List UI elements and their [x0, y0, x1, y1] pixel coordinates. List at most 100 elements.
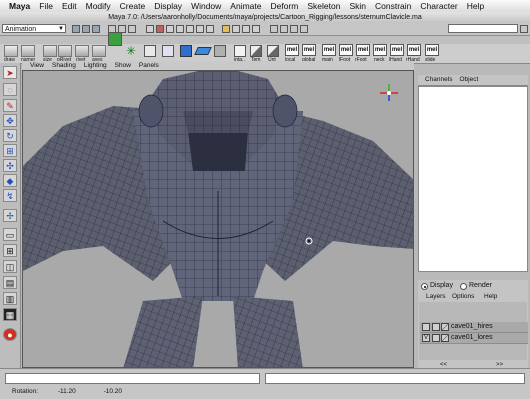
mask-icon[interactable]: [146, 25, 154, 33]
menu-edit[interactable]: Edit: [62, 1, 77, 11]
mel-rhand-button[interactable]: mel: [407, 44, 421, 56]
last-tool-icon[interactable]: ✢: [3, 209, 17, 222]
curve-mask-icon[interactable]: [176, 25, 184, 33]
layout-outliner-icon[interactable]: ▦: [3, 308, 17, 321]
show-manip-icon[interactable]: ↯: [3, 189, 17, 202]
panel-menu-shading[interactable]: Shading: [52, 62, 76, 69]
layer-menu-help[interactable]: Help: [484, 293, 497, 300]
layer-color-swatch[interactable]: [441, 334, 449, 342]
layout-two-icon[interactable]: ◫: [3, 260, 17, 273]
shelf-privet-button[interactable]: [58, 45, 72, 57]
viewport-perspective[interactable]: [22, 70, 414, 368]
layer-color-swatch[interactable]: [441, 323, 449, 331]
mel-rfoot-button[interactable]: mel: [356, 44, 370, 56]
render-globals-icon[interactable]: [300, 25, 308, 33]
snap-grid-icon[interactable]: [222, 25, 230, 33]
snap-curve-icon[interactable]: [232, 25, 240, 33]
render-icon[interactable]: [280, 25, 288, 33]
surface-mask-icon[interactable]: [186, 25, 194, 33]
quick-select-field[interactable]: [448, 24, 518, 33]
menu-file[interactable]: File: [39, 1, 53, 11]
display-radio[interactable]: [421, 283, 428, 290]
move-tool-icon[interactable]: ✥: [3, 114, 17, 127]
snap-plane-icon[interactable]: [252, 25, 260, 33]
menu-constrain[interactable]: Constrain: [375, 1, 411, 11]
history-icon[interactable]: [270, 25, 278, 33]
menu-skeleton[interactable]: Skeleton: [307, 1, 340, 11]
panel-menu-panels[interactable]: Panels: [139, 62, 159, 69]
layout-four-icon[interactable]: ⊞: [3, 244, 17, 257]
menu-create[interactable]: Create: [120, 1, 146, 11]
layout-single-icon[interactable]: ▭: [3, 228, 17, 241]
joint-mask-icon[interactable]: [166, 25, 174, 33]
layout-persp-graph-icon[interactable]: ▤: [3, 276, 17, 289]
shelf-gear-icon[interactable]: [214, 45, 226, 57]
shelf-draw-button[interactable]: [4, 45, 18, 57]
layout-hypershade-icon[interactable]: ▥: [3, 292, 17, 305]
menu-character[interactable]: Character: [420, 1, 457, 11]
command-input[interactable]: [5, 373, 260, 384]
handle-mask-icon[interactable]: [156, 25, 164, 33]
mel-lhand-button[interactable]: mel: [390, 44, 404, 56]
layer-menu-layers[interactable]: Layers: [426, 293, 446, 300]
layer-menu-options[interactable]: Options: [452, 293, 474, 300]
menu-animate[interactable]: Animate: [230, 1, 261, 11]
mel-neck-button[interactable]: mel: [373, 44, 387, 56]
deform-mask-icon[interactable]: [196, 25, 204, 33]
layer-row[interactable]: cave01_hires: [420, 322, 528, 333]
mel-main-button[interactable]: mel: [322, 44, 336, 56]
shelf-rivet-button[interactable]: [75, 45, 89, 57]
shelf-size-button[interactable]: [43, 45, 57, 57]
channel-box[interactable]: [418, 86, 528, 272]
soft-mod-icon[interactable]: ◆: [3, 174, 17, 187]
shelf-plane-icon[interactable]: [194, 47, 212, 55]
mel-lfoot-button[interactable]: mel: [339, 44, 353, 56]
menu-modify[interactable]: Modify: [86, 1, 111, 11]
shelf-tem-icon[interactable]: [250, 45, 262, 57]
toggle-channels-icon[interactable]: [520, 25, 528, 33]
new-scene-icon[interactable]: [72, 25, 80, 33]
paint-select-icon[interactable]: ✎: [3, 99, 17, 112]
rotate-tool-icon[interactable]: ↻: [3, 129, 17, 142]
layer-type-toggle[interactable]: [432, 323, 440, 331]
ipr-render-icon[interactable]: [290, 25, 298, 33]
layer-type-toggle[interactable]: [432, 334, 440, 342]
mel-global-button[interactable]: mel: [302, 44, 316, 56]
save-scene-icon[interactable]: [92, 25, 100, 33]
shelf-unt-icon[interactable]: [267, 45, 279, 57]
menu-help[interactable]: Help: [467, 1, 484, 11]
tab-object[interactable]: Object: [459, 75, 478, 85]
mode-select[interactable]: Animation ▼: [2, 24, 66, 33]
snap-point-icon[interactable]: [242, 25, 250, 33]
render-radio[interactable]: [460, 283, 467, 290]
shelf-star-icon[interactable]: ✳: [126, 45, 136, 57]
shelf-inta-icon[interactable]: [234, 45, 246, 57]
universal-manip-icon[interactable]: ✣: [3, 159, 17, 172]
layer-visibility-toggle[interactable]: V: [422, 334, 430, 342]
shelf-cube-icon[interactable]: [180, 45, 192, 57]
scale-tool-icon[interactable]: ⊞: [3, 144, 17, 157]
select-tool-icon[interactable]: ➤: [3, 66, 17, 79]
open-scene-icon[interactable]: [82, 25, 90, 33]
tab-channels[interactable]: Channels: [425, 75, 452, 85]
shelf-axes-button[interactable]: [92, 45, 106, 57]
menu-skin[interactable]: Skin: [349, 1, 366, 11]
mel-slide-button[interactable]: mel: [425, 44, 439, 56]
record-icon[interactable]: ●: [3, 328, 17, 341]
layer-visibility-toggle[interactable]: [422, 323, 430, 331]
menu-deform[interactable]: Deform: [270, 1, 298, 11]
view-axis-icon[interactable]: [380, 84, 398, 101]
shelf-namer-button[interactable]: [21, 45, 35, 57]
panel-menu-view[interactable]: View: [30, 62, 44, 69]
shelf-ik-handle-icon[interactable]: [162, 45, 174, 57]
panel-menu-show[interactable]: Show: [115, 62, 131, 69]
layer-row[interactable]: V cave01_lores: [420, 333, 528, 344]
menu-maya[interactable]: Maya: [9, 1, 30, 11]
select-component-icon[interactable]: [128, 25, 136, 33]
mel-local-button[interactable]: mel: [285, 44, 299, 56]
menu-display[interactable]: Display: [154, 1, 182, 11]
dynamic-mask-icon[interactable]: [206, 25, 214, 33]
panel-menu-lighting[interactable]: Lighting: [84, 62, 107, 69]
shelf-joint-tool-icon[interactable]: [144, 45, 156, 57]
lasso-tool-icon[interactable]: ◌: [3, 83, 17, 96]
